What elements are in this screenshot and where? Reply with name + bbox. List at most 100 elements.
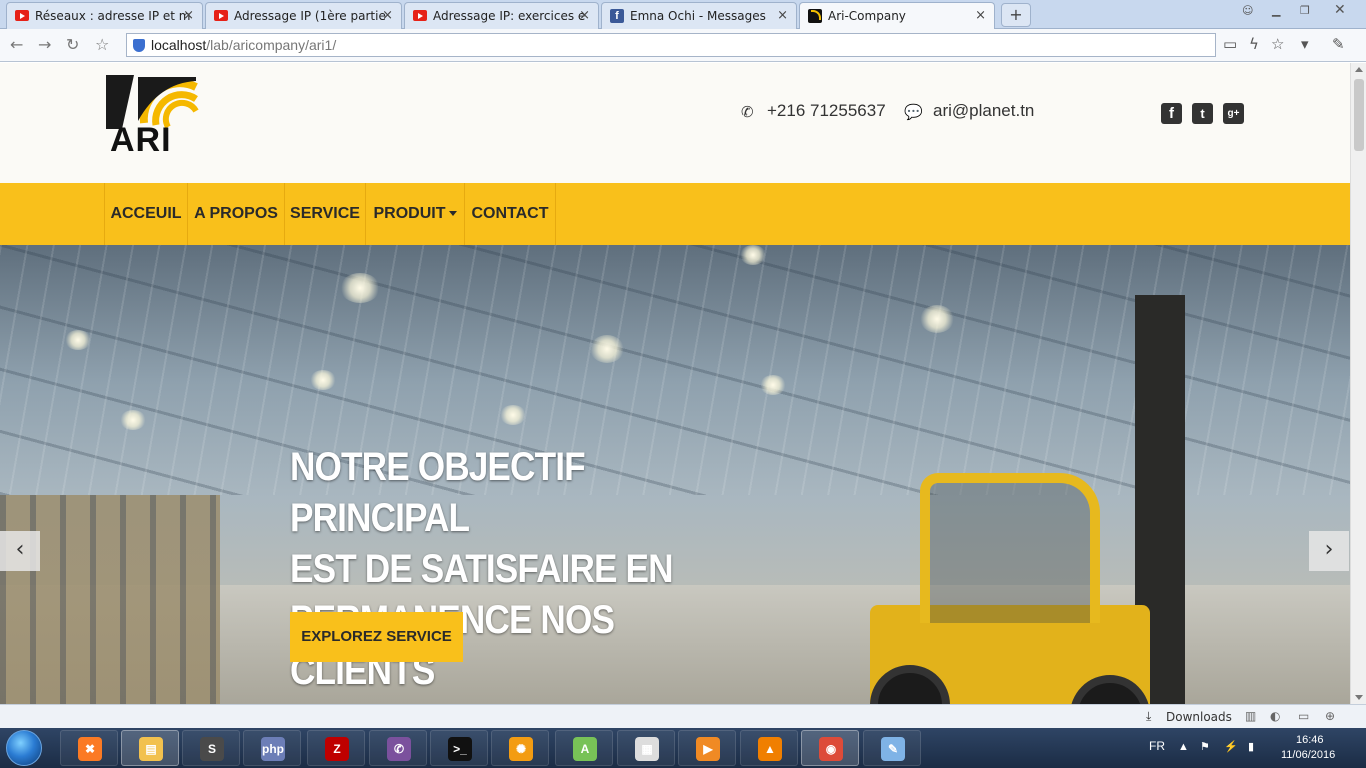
ceiling-lamp — [590, 335, 624, 363]
browser-toolbar: ← → ↻ ☆ localhost/lab/aricompany/ari1/ ▭… — [0, 29, 1366, 62]
taskbar-app-button[interactable]: >_ — [430, 730, 488, 766]
taskbar-app-button[interactable]: A — [555, 730, 613, 766]
hero-line: NOTRE OBJECTIF PRINCIPAL — [290, 445, 586, 540]
cast-icon[interactable]: ▭ — [1223, 35, 1237, 53]
viber-icon: ✆ — [387, 737, 411, 761]
action-center-icon[interactable]: ⚑ — [1200, 740, 1210, 753]
taskbar-app-button[interactable]: ◉ — [801, 730, 859, 766]
profile-icon[interactable]: ☺ — [1242, 4, 1253, 17]
start-button[interactable] — [6, 730, 42, 766]
address-bar[interactable]: localhost/lab/aricompany/ari1/ — [126, 33, 1216, 57]
network-icon[interactable]: ▮ — [1248, 740, 1254, 753]
paint-icon: ✎ — [881, 737, 905, 761]
tray-expand-icon[interactable]: ▲ — [1178, 741, 1189, 753]
nav-item-service[interactable]: SERVICE — [285, 183, 366, 245]
twitter-icon[interactable]: t — [1192, 103, 1213, 124]
wrench-icon[interactable]: ✎ — [1332, 35, 1345, 53]
vlc-icon: ▲ — [758, 737, 782, 761]
tab-title: Adressage IP (1ère partie — [234, 9, 386, 23]
chrome-icon: ◉ — [819, 737, 843, 761]
carousel-prev-icon[interactable]: ‹ — [0, 531, 40, 571]
close-icon[interactable]: × — [777, 8, 788, 23]
maximize-icon[interactable]: ❐ — [1300, 4, 1310, 17]
nav-item-contact[interactable]: CONTACT — [465, 183, 556, 245]
explorez-service-button[interactable]: EXPLOREZ SERVICE — [290, 612, 463, 662]
scroll-down-icon[interactable] — [1355, 695, 1363, 700]
browser-tab-1[interactable]: Adressage IP (1ère partie × — [205, 2, 402, 29]
tab-title: Réseaux : adresse IP et m — [35, 9, 191, 23]
youtube-icon — [214, 10, 228, 21]
taskbar-app-button[interactable]: ✆ — [369, 730, 427, 766]
close-icon[interactable]: × — [579, 8, 590, 23]
sublime-text-icon: S — [200, 737, 224, 761]
close-icon[interactable]: × — [975, 8, 986, 23]
google-plus-icon[interactable]: g+ — [1223, 103, 1244, 124]
taskbar-app-button[interactable]: ▦ — [617, 730, 675, 766]
taskbar-app-button[interactable]: ▲ — [740, 730, 798, 766]
taskbar-app-button[interactable]: S — [182, 730, 240, 766]
minimize-icon[interactable]: ▁ — [1272, 4, 1280, 17]
nav-item-produit[interactable]: PRODUIT — [366, 183, 465, 245]
taskbar-app-button[interactable]: ✖ — [60, 730, 118, 766]
clock-date[interactable]: 11/06/2016 — [1281, 749, 1335, 761]
close-icon[interactable]: × — [382, 8, 393, 23]
warehouse-shelves — [0, 495, 220, 704]
ceiling-lamp — [310, 370, 336, 390]
clock-time[interactable]: 16:46 — [1296, 734, 1324, 746]
page-scrollbar[interactable] — [1350, 63, 1366, 704]
nav-label: SERVICE — [290, 205, 360, 222]
phone-icon: ✆ — [741, 103, 754, 121]
ari-icon — [808, 9, 822, 23]
nav-item-acceuil[interactable]: ACCEUIL — [104, 183, 188, 245]
taskbar-app-button[interactable]: ✺ — [491, 730, 549, 766]
nav-label: CONTACT — [471, 205, 549, 222]
ceiling-lamp — [340, 273, 380, 303]
carousel-next-icon[interactable]: › — [1309, 531, 1349, 571]
close-window-icon[interactable]: ✕ — [1334, 2, 1346, 18]
downloads-link[interactable]: Downloads — [1166, 710, 1232, 724]
new-tab-button[interactable]: + — [1001, 3, 1031, 27]
nav-label: ACCEUIL — [110, 205, 182, 222]
forward-icon[interactable]: → — [38, 35, 51, 54]
taskbar-app-button[interactable]: ▶ — [678, 730, 736, 766]
scroll-thumb[interactable] — [1354, 79, 1364, 151]
window-icon[interactable]: ▭ — [1298, 709, 1309, 723]
language-indicator[interactable]: FR — [1149, 739, 1165, 753]
speaker-icon[interactable]: ◐ — [1270, 709, 1280, 723]
home-icon[interactable]: ☆ — [95, 35, 109, 54]
site-header: ARI ✆ +216 71255637 💬 ari@planet.tn f t … — [0, 63, 1350, 183]
file-explorer-icon: ▤ — [139, 737, 163, 761]
taskbar-app-button[interactable]: ▤ — [121, 730, 179, 766]
ceiling-lamp — [740, 245, 766, 265]
taskbar-app-button[interactable]: ✎ — [863, 730, 921, 766]
email-address[interactable]: ari@planet.tn — [933, 101, 1034, 121]
ceiling-lamp — [65, 330, 91, 350]
scroll-up-icon[interactable] — [1355, 67, 1363, 72]
shield-icon — [133, 39, 145, 52]
nav-item-a-propos[interactable]: A PROPOS — [188, 183, 285, 245]
reload-icon[interactable]: ↻ — [66, 35, 79, 54]
caret-down-icon — [448, 211, 457, 217]
close-icon[interactable]: × — [183, 8, 194, 23]
browser-tab-3[interactable]: f Emna Ochi - Messages × — [601, 2, 797, 29]
xampp-icon: ✖ — [78, 737, 102, 761]
power-icon[interactable]: ⚡ — [1224, 740, 1238, 753]
nav-label: PRODUIT — [373, 205, 446, 222]
ari-logo[interactable]: ARI — [104, 73, 200, 159]
main-navigation: ACCEUIL A PROPOS SERVICE PRODUIT CONTACT — [0, 183, 1350, 245]
zoom-icon[interactable]: ⊕ — [1325, 709, 1335, 723]
browser-tab-4[interactable]: Ari-Company × — [799, 2, 995, 29]
facebook-icon[interactable]: f — [1161, 103, 1182, 124]
lightning-icon[interactable]: ϟ — [1249, 35, 1259, 53]
browser-tab-2[interactable]: Adressage IP: exercices e × — [404, 2, 599, 29]
trash-icon[interactable]: ▥ — [1245, 709, 1256, 723]
dropdown-icon[interactable]: ▾ — [1301, 35, 1309, 53]
ceiling-lamp — [920, 305, 954, 333]
browser-tab-0[interactable]: Réseaux : adresse IP et m × — [6, 2, 203, 29]
taskbar-app-button[interactable]: php — [243, 730, 301, 766]
bookmark-star-icon[interactable]: ☆ — [1271, 35, 1284, 53]
back-icon[interactable]: ← — [10, 35, 23, 54]
tab-title: Emna Ochi - Messages — [630, 9, 766, 23]
taskbar-app-button[interactable]: Z — [307, 730, 365, 766]
chat-icon: 💬 — [904, 103, 923, 121]
